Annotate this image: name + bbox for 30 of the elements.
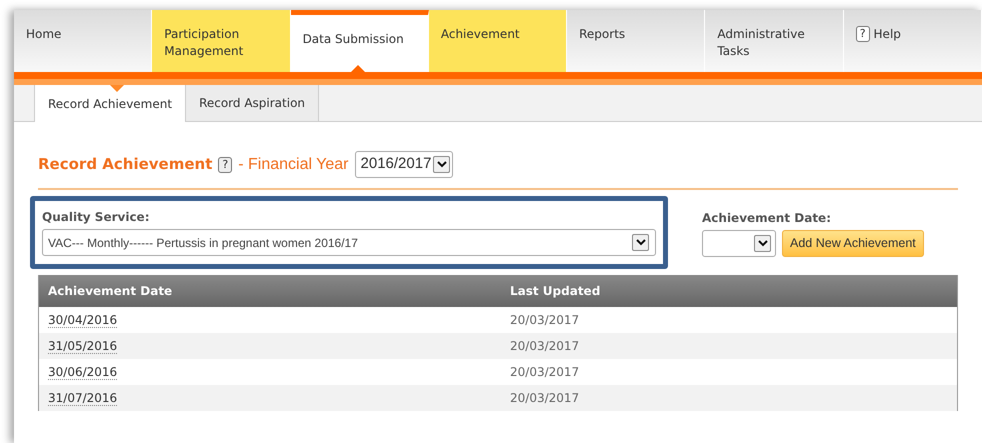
table-cell-text: 20/03/2017 [509,390,580,407]
nav-tab[interactable]: Data Submission [290,10,429,72]
date-select[interactable] [702,230,776,257]
column-header: Achievement Date [47,283,174,300]
table-cell-text: 20/03/2017 [509,312,580,329]
column-header: Last Updated [509,283,602,300]
page-title: Record Achievement [38,154,212,176]
nav-tab[interactable]: Administrative Tasks [705,10,844,72]
pointer-icon [110,85,124,92]
field-label: Quality Service: [42,209,150,225]
quality-service-select[interactable]: VAC--- Monthly------ Pertussis in pregnant women 2016/17 [42,229,656,256]
nav-tab[interactable]: Home [14,10,152,72]
help-button[interactable]: ? [218,156,232,172]
subtitle: - Financial Year [238,154,349,174]
sub-tab[interactable]: Record Aspiration [186,85,320,121]
help-icon: ? [856,26,870,42]
field-label: Achievement Date: [702,210,832,226]
table-cell-text: 20/03/2017 [509,364,580,381]
nav-tab[interactable]: Achievement [428,10,568,72]
year-select[interactable]: 2016/2017 [354,151,454,178]
nav-tab[interactable]: ? Help [844,10,982,72]
date-link[interactable]: 31/07/2016 [48,391,118,406]
sub-tab[interactable]: Record Achievement [34,85,186,122]
add-new-achievement-button[interactable]: Add New Achievement [782,230,924,257]
date-link[interactable]: 31/05/2016 [48,339,118,354]
nav-tab[interactable]: Participation Management [152,10,291,72]
date-link[interactable]: 30/04/2016 [48,313,118,328]
table-cell-text: 20/03/2017 [509,338,580,355]
date-link[interactable]: 30/06/2016 [48,365,118,380]
nav-tab[interactable]: Reports [567,10,706,72]
